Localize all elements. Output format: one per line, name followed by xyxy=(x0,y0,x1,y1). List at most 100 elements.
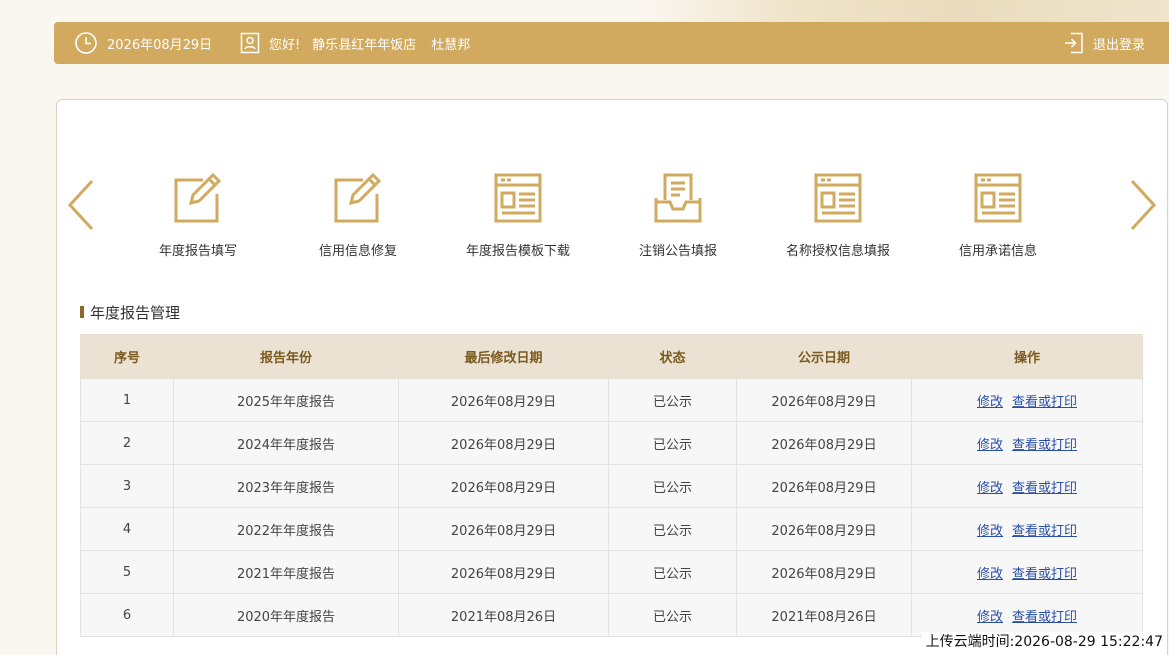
row-actions: 修改 查看或打印 xyxy=(911,507,1143,551)
feature-label: 注销公告填报 xyxy=(638,244,717,259)
view-print-link[interactable]: 查看或打印 xyxy=(1012,438,1077,453)
annual-report-table: 序号 报告年份 最后修改日期 状态 公示日期 操作 1 2025年年度报告 2026年08月2… xyxy=(80,334,1143,637)
logout-button[interactable]: 退出登录 xyxy=(1055,22,1145,64)
last-modified-date: 2026年08月29日 xyxy=(398,421,609,465)
last-modified-date: 2021年08月26日 xyxy=(398,593,609,637)
carousel-prev-button[interactable] xyxy=(66,178,96,232)
clock-icon xyxy=(74,31,98,55)
status: 已公示 xyxy=(608,378,737,422)
last-modified-date: 2026年08月29日 xyxy=(398,378,609,422)
view-print-link[interactable]: 查看或打印 xyxy=(1012,395,1077,410)
row-actions: 修改 查看或打印 xyxy=(911,464,1143,508)
edit-link[interactable]: 修改 xyxy=(977,395,1003,410)
table-row: 4 2022年年度报告 2026年08月29日 已公示 2026年08月29日 修改 查看或… xyxy=(80,507,1143,551)
chevron-left-icon xyxy=(67,179,94,231)
logout-icon xyxy=(1064,32,1084,54)
last-modified-date: 2026年08月29日 xyxy=(398,507,609,551)
row-actions: 修改 查看或打印 xyxy=(911,421,1143,465)
chevron-right-icon xyxy=(1130,179,1157,231)
upload-timestamp: 上传云端时间:2026-08-29 15:22:47 xyxy=(921,632,1163,652)
row-index: 6 xyxy=(80,593,174,637)
table-row: 6 2020年年度报告 2021年08月26日 已公示 2021年08月26日 修改 查看或… xyxy=(80,593,1143,637)
publish-date: 2026年08月29日 xyxy=(736,464,912,508)
publish-date: 2026年08月29日 xyxy=(736,507,912,551)
feature-item-4[interactable]: 注销公告填报 xyxy=(608,172,748,268)
row-index: 5 xyxy=(80,550,174,594)
table-row: 3 2023年年度报告 2026年08月29日 已公示 2026年08月29日 修改 查看或… xyxy=(80,464,1143,508)
feature-item-5[interactable]: 名称授权信息填报 xyxy=(768,172,908,268)
table-row: 2 2024年年度报告 2026年08月29日 已公示 2026年08月29日 修改 查看或… xyxy=(80,421,1143,465)
header-date: 2026年08月29日 xyxy=(74,22,212,64)
document-list-icon xyxy=(768,172,908,224)
feature-label: 年度报告模板下载 xyxy=(465,244,570,259)
status: 已公示 xyxy=(608,550,737,594)
column-header: 报告年份 xyxy=(173,334,399,379)
edit-icon xyxy=(288,172,428,224)
row-index: 2 xyxy=(80,421,174,465)
view-print-link[interactable]: 查看或打印 xyxy=(1012,481,1077,496)
feature-item-1[interactable]: 年度报告填写 xyxy=(128,172,268,268)
report-year: 2020年年度报告 xyxy=(173,593,399,637)
status: 已公示 xyxy=(608,464,737,508)
row-actions: 修改 查看或打印 xyxy=(911,378,1143,422)
inbox-document-icon xyxy=(608,172,748,224)
feature-item-2[interactable]: 信用信息修复 xyxy=(288,172,428,268)
view-print-link[interactable]: 查看或打印 xyxy=(1012,524,1077,539)
row-index: 3 xyxy=(80,464,174,508)
report-year: 2021年年度报告 xyxy=(173,550,399,594)
row-actions: 修改 查看或打印 xyxy=(911,550,1143,594)
column-header: 操作 xyxy=(911,334,1143,379)
feature-label: 信用信息修复 xyxy=(318,244,397,259)
top-header-bar: 2026年08月29日 您好! 静乐县红年年饭店 杜慧邦 退出登录 xyxy=(54,22,1169,64)
publish-date: 2026年08月29日 xyxy=(736,378,912,422)
document-list-icon xyxy=(448,172,588,224)
last-modified-date: 2026年08月29日 xyxy=(398,550,609,594)
last-modified-date: 2026年08月29日 xyxy=(398,464,609,508)
document-list-icon xyxy=(928,172,1068,224)
logout-label: 退出登录 xyxy=(1092,37,1145,53)
person-name: 杜慧邦 xyxy=(431,37,471,53)
top-decoration xyxy=(640,0,1169,24)
table-row: 1 2025年年度报告 2026年08月29日 已公示 2026年08月29日 修改 查看或… xyxy=(80,378,1143,422)
status: 已公示 xyxy=(608,593,737,637)
report-year: 2022年年度报告 xyxy=(173,507,399,551)
header-user-info: 您好! 静乐县红年年饭店 杜慧邦 xyxy=(240,22,470,64)
user-card-icon xyxy=(240,32,260,54)
view-print-link[interactable]: 查看或打印 xyxy=(1012,567,1077,582)
section-title-text: 年度报告管理 xyxy=(90,303,181,322)
table-header-row: 序号 报告年份 最后修改日期 状态 公示日期 操作 xyxy=(80,334,1143,379)
feature-label: 名称授权信息填报 xyxy=(785,244,890,259)
carousel-next-button[interactable] xyxy=(1128,178,1158,232)
greeting-text: 您好! xyxy=(269,37,301,53)
edit-link[interactable]: 修改 xyxy=(977,438,1003,453)
report-year: 2023年年度报告 xyxy=(173,464,399,508)
status: 已公示 xyxy=(608,507,737,551)
edit-link[interactable]: 修改 xyxy=(977,481,1003,496)
view-print-link[interactable]: 查看或打印 xyxy=(1012,610,1077,625)
publish-date: 2026年08月29日 xyxy=(736,550,912,594)
row-actions: 修改 查看或打印 xyxy=(911,593,1143,637)
section-title: 年度报告管理 xyxy=(80,303,181,322)
feature-item-6[interactable]: 信用承诺信息 xyxy=(928,172,1068,268)
column-header: 最后修改日期 xyxy=(398,334,609,379)
edit-link[interactable]: 修改 xyxy=(977,610,1003,625)
edit-icon xyxy=(128,172,268,224)
feature-item-3[interactable]: 年度报告模板下载 xyxy=(448,172,588,268)
column-header: 公示日期 xyxy=(736,334,912,379)
current-date: 2026年08月29日 xyxy=(107,37,213,53)
edit-link[interactable]: 修改 xyxy=(977,567,1003,582)
feature-label: 信用承诺信息 xyxy=(958,244,1037,259)
company-name: 静乐县红年年饭店 xyxy=(312,37,417,53)
table-row: 5 2021年年度报告 2026年08月29日 已公示 2026年08月29日 修改 查看或… xyxy=(80,550,1143,594)
column-header: 序号 xyxy=(80,334,174,379)
edit-link[interactable]: 修改 xyxy=(977,524,1003,539)
publish-date: 2026年08月29日 xyxy=(736,421,912,465)
row-index: 1 xyxy=(80,378,174,422)
column-header: 状态 xyxy=(608,334,737,379)
publish-date: 2021年08月26日 xyxy=(736,593,912,637)
report-year: 2025年年度报告 xyxy=(173,378,399,422)
section-title-marker xyxy=(80,306,84,318)
report-year: 2024年年度报告 xyxy=(173,421,399,465)
status: 已公示 xyxy=(608,421,737,465)
feature-label: 年度报告填写 xyxy=(158,244,237,259)
